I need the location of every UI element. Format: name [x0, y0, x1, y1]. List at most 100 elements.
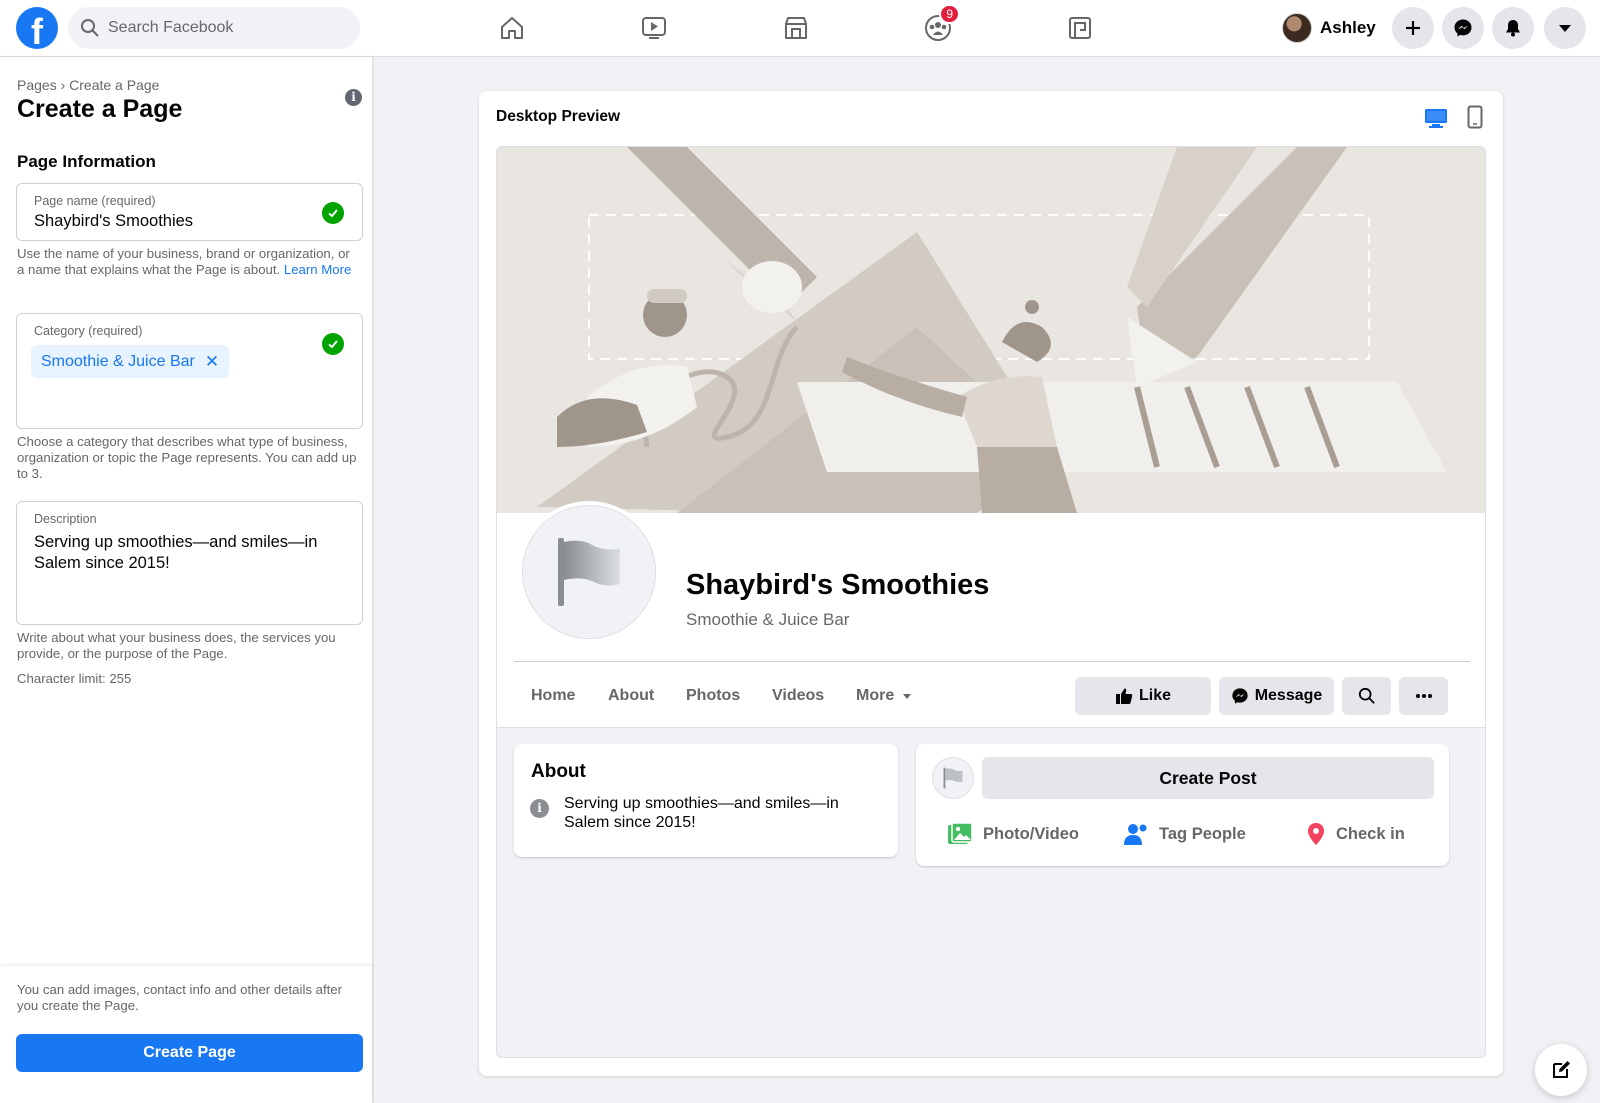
page-name-field[interactable]: Page name (required) Shaybird's Smoothie… [16, 183, 363, 241]
page-name-value[interactable]: Shaybird's Smoothies [34, 212, 193, 231]
gaming-icon [1069, 17, 1091, 39]
create-page-panel: Pages › Create a Page Create a Page i Pa… [0, 57, 372, 1103]
flag-icon [558, 538, 620, 606]
check-in-label: Check in [1336, 824, 1405, 843]
search-box[interactable] [68, 7, 360, 49]
remove-category-icon[interactable]: ✕ [205, 352, 219, 372]
compose-icon [1553, 1061, 1570, 1078]
info-icon: i [530, 799, 549, 818]
tab-more[interactable]: More [856, 677, 912, 715]
about-title: About [531, 761, 586, 782]
category-label: Category (required) [34, 324, 143, 338]
account-menu-button[interactable] [1544, 7, 1586, 49]
about-text: Serving up smoothies—and smiles—in Salem… [564, 795, 839, 831]
desktop-preview-toggle[interactable] [1424, 107, 1448, 134]
breadcrumb[interactable]: Pages › Create a Page [17, 77, 159, 93]
search-input[interactable] [104, 7, 344, 49]
messenger-icon [1232, 688, 1248, 704]
description-helper: Write about what your business does, the… [17, 630, 336, 661]
marketplace-tab[interactable] [776, 10, 816, 46]
preview-card: Desktop Preview Shaybird's Smoothies Smo… [479, 91, 1503, 1076]
home-tab[interactable] [492, 10, 532, 46]
mobile-preview-toggle[interactable] [1467, 105, 1483, 134]
tab-photos[interactable]: Photos [686, 677, 740, 715]
caret-down-icon [1559, 25, 1571, 32]
category-chip-label: Smoothie & Juice Bar [41, 352, 195, 370]
plus-icon [1406, 21, 1420, 35]
description-label: Description [34, 512, 97, 526]
location-pin-icon [1308, 823, 1324, 845]
mobile-icon [1467, 105, 1483, 129]
facebook-logo-icon[interactable]: f [16, 7, 58, 49]
tab-about[interactable]: About [608, 677, 654, 715]
page-more-options-button[interactable] [1399, 677, 1448, 715]
marketplace-icon [785, 17, 807, 39]
tab-divider [514, 661, 1470, 662]
groups-tab[interactable]: 9 [918, 4, 960, 46]
footer-note: You can add images, contact info and oth… [17, 982, 343, 1013]
info-icon[interactable]: i [345, 89, 362, 106]
gaming-tab[interactable] [1060, 10, 1100, 46]
create-post-card: Create Post Photo/Video Tag People Check… [916, 744, 1449, 866]
more-options-icon [1415, 694, 1432, 698]
tag-people-label: Tag People [1159, 824, 1246, 843]
tag-people-button[interactable]: Tag People [1123, 818, 1246, 850]
profile-name: Ashley [1320, 18, 1376, 37]
tab-more-label: More [856, 687, 895, 704]
home-icon [501, 17, 523, 39]
like-button[interactable]: Like [1075, 677, 1211, 715]
page-search-button[interactable] [1342, 677, 1391, 715]
preview-title: Desktop Preview [496, 108, 621, 125]
panel-footer: You can add images, contact info and oth… [0, 966, 372, 1103]
checkmark-icon [322, 202, 344, 224]
notifications-button[interactable] [1492, 7, 1534, 49]
bell-icon [1506, 20, 1520, 37]
page-title: Create a Page [17, 95, 183, 123]
category-helper: Choose a category that describes what ty… [17, 434, 357, 481]
search-icon [81, 19, 99, 37]
check-in-button[interactable]: Check in [1306, 818, 1405, 850]
search-icon [1358, 687, 1375, 704]
checkmark-icon [322, 333, 344, 355]
section-title: Page Information [17, 152, 156, 171]
character-limit: Character limit: 255 [17, 671, 132, 686]
message-label: Message [1254, 687, 1323, 704]
page-name-helper: Use the name of your business, brand or … [17, 246, 357, 278]
create-post-button[interactable]: Create Post [982, 757, 1434, 799]
tag-people-icon [1124, 824, 1147, 845]
description-textarea[interactable]: Serving up smoothies—and smiles—in Salem… [34, 532, 344, 574]
photo-icon [948, 822, 973, 844]
description-field[interactable]: Description Serving up smoothies—and smi… [16, 501, 363, 625]
category-field[interactable]: Category (required) Smoothie & Juice Bar… [16, 313, 363, 429]
profile-shortcut[interactable]: Ashley [1282, 10, 1386, 46]
preview-page-name: Shaybird's Smoothies [686, 569, 990, 601]
new-message-button[interactable] [1535, 1044, 1587, 1096]
about-card: About i Serving up smoothies—and smiles—… [514, 744, 898, 857]
page-preview: Shaybird's Smoothies Smoothie & Juice Ba… [496, 146, 1486, 1058]
create-page-button[interactable]: Create Page [16, 1034, 363, 1072]
avatar [1282, 13, 1312, 43]
messenger-button[interactable] [1442, 7, 1484, 49]
preview-page-category: Smoothie & Juice Bar [686, 610, 850, 629]
watch-icon [642, 17, 666, 39]
message-button[interactable]: Message [1219, 677, 1334, 715]
page-name-label: Page name (required) [34, 194, 156, 208]
tab-videos[interactable]: Videos [772, 677, 824, 715]
thumbs-up-icon [1115, 688, 1133, 704]
flag-avatar-icon [932, 757, 974, 799]
desktop-icon [1425, 109, 1447, 128]
watch-tab[interactable] [634, 10, 674, 46]
notification-badge: 9 [939, 4, 960, 24]
cover-illustration [497, 147, 1485, 513]
top-navigation-bar: f 9 Ashley [0, 0, 1600, 57]
like-label: Like [1138, 687, 1171, 704]
photo-video-button[interactable]: Photo/Video [947, 818, 1079, 850]
category-chip[interactable]: Smoothie & Juice Bar ✕ [31, 345, 230, 378]
profile-picture[interactable] [518, 501, 660, 643]
photo-video-label: Photo/Video [983, 824, 1079, 843]
learn-more-link[interactable]: Learn More [284, 262, 351, 277]
messenger-icon [1454, 19, 1472, 37]
create-button[interactable] [1392, 7, 1434, 49]
caret-down-icon [903, 694, 912, 699]
tab-home[interactable]: Home [531, 677, 575, 715]
